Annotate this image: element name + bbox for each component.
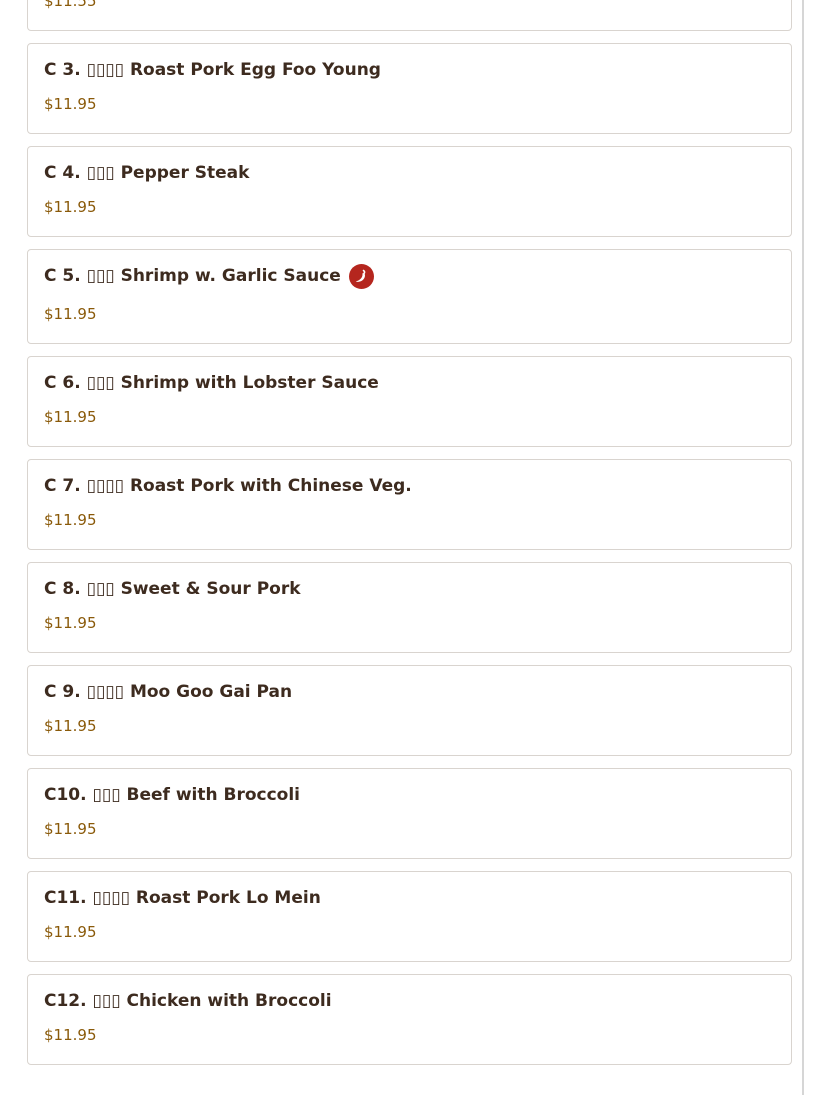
menu-item-card[interactable]: C10. ▯▯▯ Beef with Broccoli $11.95 — [27, 768, 792, 859]
menu-item-name: C 6. ▯▯▯ Shrimp with Lobster Sauce — [44, 373, 379, 393]
menu-item-card[interactable]: C11. ▯▯▯▯ Roast Pork Lo Mein $11.95 — [27, 871, 792, 962]
menu-item-card[interactable]: C 6. ▯▯▯ Shrimp with Lobster Sauce $11.9… — [27, 356, 792, 447]
menu-item-price: $11.95 — [44, 717, 97, 735]
menu-item-card[interactable]: C 3. ▯▯▯▯ Roast Pork Egg Foo Young $11.9… — [27, 43, 792, 134]
menu-item-card[interactable]: C 5. ▯▯▯ Shrimp w. Garlic Sauce $11.95 — [27, 249, 792, 344]
menu-item-price: $11.95 — [44, 95, 97, 113]
menu-item-name: C12. ▯▯▯ Chicken with Broccoli — [44, 991, 332, 1011]
menu-item-price: $11.95 — [44, 923, 97, 941]
menu-item-card[interactable]: $11.55 — [27, 0, 792, 31]
menu-item-price: $11.95 — [44, 305, 97, 323]
menu-item-name: C11. ▯▯▯▯ Roast Pork Lo Mein — [44, 888, 321, 908]
menu-item-card[interactable]: C 9. ▯▯▯▯ Moo Goo Gai Pan $11.95 — [27, 665, 792, 756]
menu-item-title-row: C 5. ▯▯▯ Shrimp w. Garlic Sauce — [44, 263, 775, 289]
menu-item-name: C 7. ▯▯▯▯ Roast Pork with Chinese Veg. — [44, 476, 412, 496]
menu-item-name: C 4. ▯▯▯ Pepper Steak — [44, 163, 250, 183]
scrollbar-track[interactable] — [802, 0, 804, 1095]
menu-item-name: C 8. ▯▯▯ Sweet & Sour Pork — [44, 579, 301, 599]
menu-item-price: $11.95 — [44, 198, 97, 216]
menu-item-price: $11.95 — [44, 408, 97, 426]
menu-item-list: $11.55 C 3. ▯▯▯▯ Roast Pork Egg Foo Youn… — [27, 0, 792, 1077]
menu-item-price: $11.55 — [44, 0, 97, 10]
menu-item-name: C 3. ▯▯▯▯ Roast Pork Egg Foo Young — [44, 60, 381, 80]
menu-item-price: $11.95 — [44, 511, 97, 529]
menu-item-card[interactable]: C12. ▯▯▯ Chicken with Broccoli $11.95 — [27, 974, 792, 1065]
menu-item-name: C 9. ▯▯▯▯ Moo Goo Gai Pan — [44, 682, 293, 702]
menu-item-card[interactable]: C 4. ▯▯▯ Pepper Steak $11.95 — [27, 146, 792, 237]
menu-item-card[interactable]: C 7. ▯▯▯▯ Roast Pork with Chinese Veg. $… — [27, 459, 792, 550]
menu-item-card[interactable]: C 8. ▯▯▯ Sweet & Sour Pork $11.95 — [27, 562, 792, 653]
menu-item-price: $11.95 — [44, 614, 97, 632]
chili-pepper-icon — [348, 263, 374, 289]
menu-item-name: C 5. ▯▯▯ Shrimp w. Garlic Sauce — [44, 266, 341, 286]
menu-item-price: $11.95 — [44, 820, 97, 838]
menu-item-name: C10. ▯▯▯ Beef with Broccoli — [44, 785, 301, 805]
menu-item-price: $11.95 — [44, 1026, 97, 1044]
